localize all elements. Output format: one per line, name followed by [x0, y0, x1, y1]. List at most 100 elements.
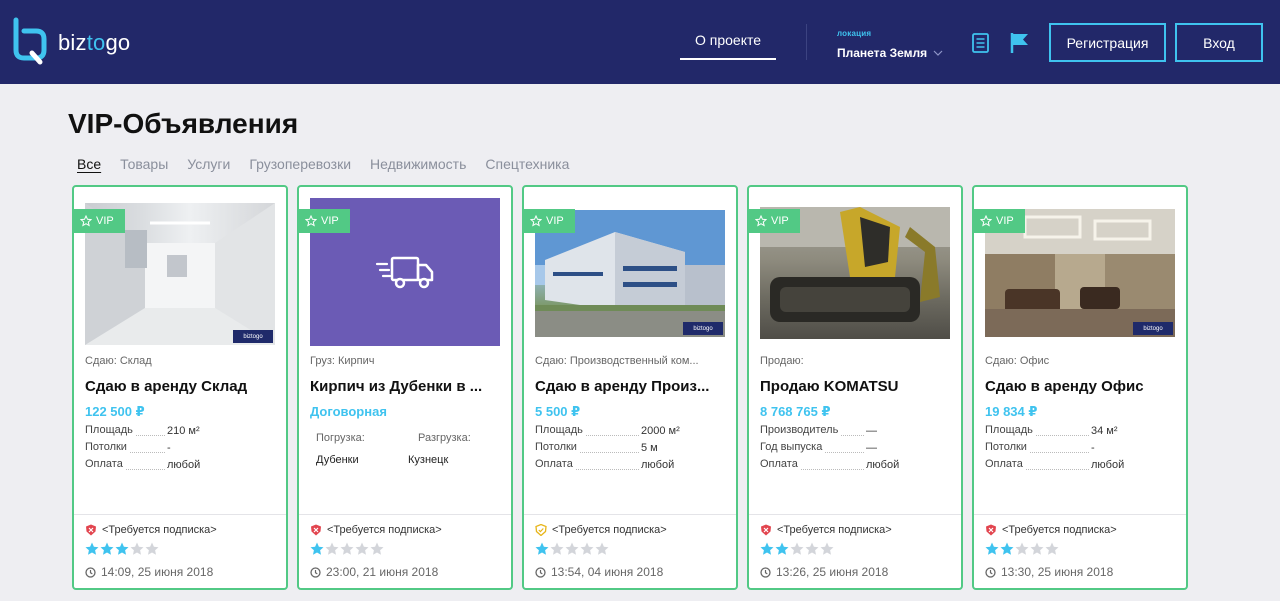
star-filled-icon — [115, 542, 129, 555]
listing-title[interactable]: Сдаю в аренду Склад — [85, 378, 275, 395]
star-empty-icon — [1015, 542, 1029, 555]
clock-icon — [760, 566, 771, 578]
subscription-notice[interactable]: <Требуется подписка> — [310, 524, 442, 536]
listing-price: 122 500 ₽ — [85, 404, 145, 419]
register-button[interactable]: Регистрация — [1049, 23, 1166, 62]
prop-row: Год выпуска — — [760, 439, 950, 456]
listing-price: 5 500 ₽ — [535, 404, 581, 419]
watermark: biztogo — [1133, 322, 1173, 335]
prop-key: Потолки — [85, 441, 129, 453]
listing-category: Сдаю: Производственный ком... — [535, 355, 699, 367]
star-filled-icon — [85, 542, 99, 555]
vip-badge: VIP — [524, 209, 575, 233]
prop-value: 34 м² — [1091, 424, 1118, 437]
document-icon[interactable] — [972, 33, 989, 53]
login-button[interactable]: Вход — [1175, 23, 1263, 62]
card-divider — [749, 514, 961, 515]
listing-title[interactable]: Продаю KOMATSU — [760, 378, 950, 395]
date-text: 13:54, 04 июня 2018 — [551, 565, 664, 579]
prop-key: Площадь — [85, 424, 135, 436]
chevron-down-icon — [933, 50, 943, 56]
listing-card[interactable]: biztogo VIP Сдаю: Склад Сдаю в аренду Ск… — [72, 185, 288, 590]
listing-title[interactable]: Кирпич из Дубенки в ... — [310, 378, 500, 395]
listing-date: 14:09, 25 июня 2018 — [85, 565, 213, 579]
subscription-notice[interactable]: <Требуется подписка> — [85, 524, 217, 536]
prop-row: Оплата любой — [85, 456, 275, 473]
star-empty-icon — [820, 542, 834, 555]
flag-icon[interactable] — [1010, 32, 1030, 54]
listing-title[interactable]: Сдаю в аренду Произ... — [535, 378, 725, 395]
subscription-text: <Требуется подписка> — [777, 524, 892, 536]
unloading-label: Разгрузка: — [418, 432, 471, 444]
star-empty-icon — [1045, 542, 1059, 555]
prop-value: — — [866, 424, 877, 437]
shield-red-icon — [86, 524, 96, 536]
date-text: 13:26, 25 июня 2018 — [776, 565, 889, 579]
shield-red-icon — [986, 524, 996, 536]
star-filled-icon — [760, 542, 774, 555]
vip-label: VIP — [96, 215, 114, 227]
location-label: локация — [837, 29, 872, 38]
page-title: VIP-Объявления — [68, 108, 299, 139]
tab-real-estate[interactable]: Недвижимость — [370, 156, 466, 172]
star-empty-icon — [805, 542, 819, 555]
prop-key: Площадь — [535, 424, 585, 436]
prop-row: Оплата любой — [760, 456, 950, 473]
subscription-notice[interactable]: <Требуется подписка> — [535, 524, 667, 536]
star-filled-icon — [985, 542, 999, 555]
logo-text[interactable]: biztogo — [58, 30, 130, 56]
subscription-text: <Требуется подписка> — [102, 524, 217, 536]
prop-key: Потолки — [985, 441, 1029, 453]
star-filled-icon — [775, 542, 789, 555]
subscription-notice[interactable]: <Требуется подписка> — [985, 524, 1117, 536]
listing-card[interactable]: biztogo VIP Сдаю: Офис Сдаю в аренду Офи… — [972, 185, 1188, 590]
card-divider — [74, 514, 286, 515]
location-selector[interactable]: Планета Земля — [837, 46, 943, 60]
tab-all[interactable]: Все — [77, 156, 101, 172]
prop-row: Оплата любой — [985, 456, 1175, 473]
listing-card[interactable]: VIP Продаю: Продаю KOMATSU 8 768 765 ₽ П… — [747, 185, 963, 590]
vip-label: VIP — [996, 215, 1014, 227]
star-outline-icon — [755, 215, 767, 227]
tab-special-equipment[interactable]: Спецтехника — [485, 156, 569, 172]
star-filled-icon — [310, 542, 324, 555]
watermark: biztogo — [683, 322, 723, 335]
rating-stars — [535, 542, 609, 556]
subscription-notice[interactable]: <Требуется подписка> — [760, 524, 892, 536]
star-outline-icon — [305, 215, 317, 227]
tab-freight[interactable]: Грузоперевозки — [249, 156, 351, 172]
star-outline-icon — [80, 215, 92, 227]
star-filled-icon — [100, 542, 114, 555]
listing-props: Площадь 210 м² Потолки - Оплата любой — [85, 422, 275, 473]
listing-price: 19 834 ₽ — [985, 404, 1038, 419]
prop-row: Потолки - — [85, 439, 275, 456]
prop-key: Оплата — [985, 458, 1025, 470]
route-info: Погрузка: Разгрузка: Дубенки Кузнецк — [310, 427, 500, 471]
date-text: 13:30, 25 июня 2018 — [1001, 565, 1114, 579]
vip-badge: VIP — [299, 209, 350, 233]
location-value: Планета Земля — [837, 46, 928, 60]
loading-city: Дубенки — [316, 454, 359, 466]
listing-title[interactable]: Сдаю в аренду Офис — [985, 378, 1175, 395]
category-tabs: Все Товары Услуги Грузоперевозки Недвижи… — [77, 156, 588, 172]
listing-card[interactable]: biztogo VIP Сдаю: Производственный ком..… — [522, 185, 738, 590]
clock-icon — [310, 566, 321, 578]
card-divider — [524, 514, 736, 515]
rating-stars — [760, 542, 834, 556]
card-divider — [974, 514, 1186, 515]
listing-date: 13:30, 25 июня 2018 — [985, 565, 1113, 579]
vip-label: VIP — [771, 215, 789, 227]
vip-label: VIP — [546, 215, 564, 227]
listing-category: Сдаю: Офис — [985, 355, 1050, 367]
listing-price: Договорная — [310, 404, 387, 419]
clock-icon — [85, 566, 96, 578]
prop-row: Площадь 2000 м² — [535, 422, 725, 439]
nav-about-link[interactable]: О проекте — [680, 22, 776, 60]
prop-value: любой — [641, 458, 675, 471]
tab-goods[interactable]: Товары — [120, 156, 168, 172]
listing-category: Груз: Кирпич — [310, 355, 375, 367]
logo-icon[interactable] — [10, 17, 50, 65]
listing-date: 23:00, 21 июня 2018 — [310, 565, 438, 579]
tab-services[interactable]: Услуги — [187, 156, 230, 172]
listing-card[interactable]: VIP Груз: Кирпич Кирпич из Дубенки в ...… — [297, 185, 513, 590]
